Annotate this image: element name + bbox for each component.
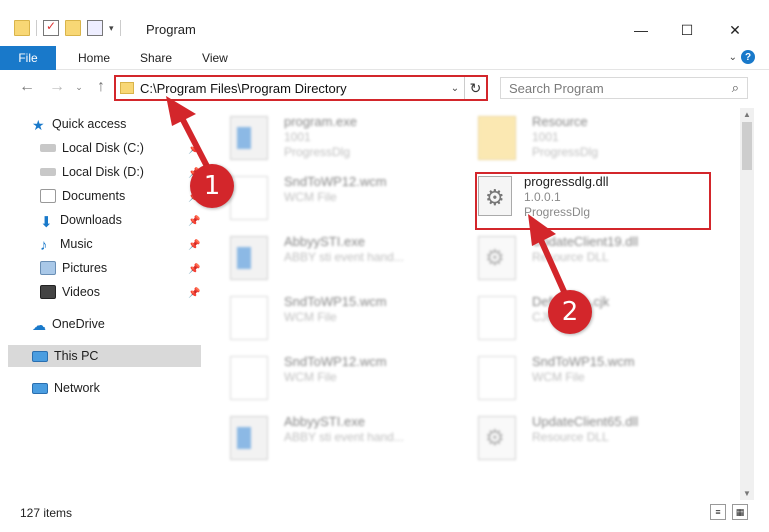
step-1-badge: 1 bbox=[190, 164, 234, 208]
arrow-1-head bbox=[166, 96, 196, 126]
annotation-arrows bbox=[166, 96, 569, 299]
step-2-badge: 2 bbox=[548, 290, 592, 334]
arrow-2-shaft bbox=[537, 235, 569, 299]
